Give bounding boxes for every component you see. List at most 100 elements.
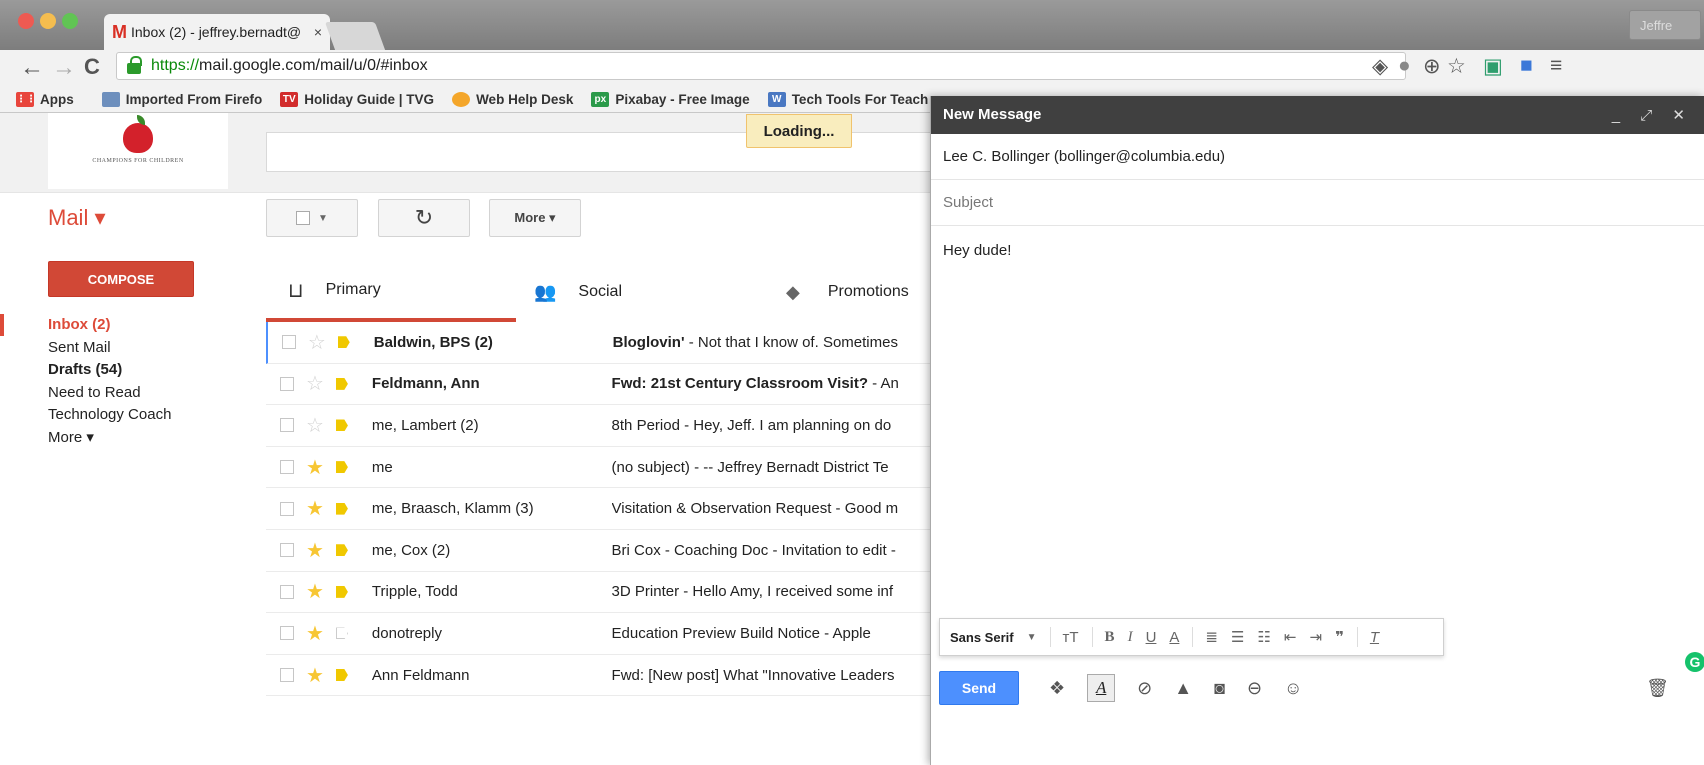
sidebar-item-need-to-read[interactable]: Need to Read bbox=[0, 382, 240, 404]
logo[interactable]: CHAMPIONS FOR CHILDREN bbox=[48, 113, 228, 189]
align-icon[interactable]: ≣ bbox=[1205, 628, 1218, 646]
text-color-icon[interactable]: A bbox=[1169, 629, 1179, 646]
star-icon[interactable]: ★ bbox=[302, 579, 328, 604]
sidebar-item-inbox[interactable]: Inbox (2) bbox=[0, 314, 240, 336]
refresh-button[interactable]: ↻ bbox=[378, 199, 470, 237]
close-window-icon[interactable] bbox=[18, 13, 34, 29]
bulleted-list-icon[interactable]: ☷ bbox=[1257, 628, 1270, 646]
mail-menu[interactable]: Mail ▾ bbox=[48, 205, 106, 231]
importance-marker-icon[interactable] bbox=[335, 669, 348, 682]
font-family-select[interactable]: Sans Serif bbox=[950, 630, 1014, 645]
email-row[interactable]: ★ me, Braasch, Klamm (3) Visitation & Obse… bbox=[266, 488, 936, 530]
remove-formatting-icon[interactable]: T bbox=[1370, 629, 1379, 646]
to-field[interactable]: Lee C. Bollinger (bollinger@columbia.edu… bbox=[931, 134, 1704, 180]
dropbox-icon[interactable]: ❖ bbox=[1049, 678, 1065, 699]
bookmark-holiday-guide[interactable]: TV Holiday Guide | TVG bbox=[280, 91, 434, 107]
attach-icon[interactable]: ⊘ bbox=[1137, 678, 1152, 699]
address-bar[interactable]: https:// mail.google.com/mail/u/0/#inbox bbox=[116, 52, 1406, 80]
row-checkbox[interactable] bbox=[280, 460, 294, 475]
importance-marker-icon[interactable] bbox=[335, 627, 348, 640]
email-row[interactable]: ★ me, Cox (2) Bri Cox - Coaching Doc - Inv… bbox=[266, 530, 936, 572]
subject-field[interactable]: Subject bbox=[931, 180, 1704, 226]
bold-icon[interactable]: B bbox=[1105, 629, 1115, 646]
tab-social[interactable]: 👥 Social bbox=[534, 262, 622, 322]
forward-icon[interactable]: → bbox=[52, 54, 76, 82]
row-checkbox[interactable] bbox=[280, 543, 294, 558]
profile-button[interactable]: Jeffre bbox=[1629, 10, 1701, 40]
maximize-window-icon[interactable] bbox=[62, 13, 78, 29]
email-row[interactable]: ★ Ann Feldmann Fwd: [New post] What "Innov… bbox=[266, 655, 936, 697]
bookmark-folder[interactable]: Imported From Firefo bbox=[101, 91, 262, 107]
emoji-icon[interactable]: ☺ bbox=[1284, 678, 1302, 699]
compose-header[interactable]: New Message _ ⤢ ✕ bbox=[931, 96, 1704, 134]
bookmark-star-icon[interactable]: ☆ bbox=[1447, 54, 1466, 79]
drive-icon[interactable]: ▲ bbox=[1174, 678, 1192, 699]
tab-primary[interactable]: ⊔ Primary bbox=[266, 262, 516, 322]
bookmark-web-help-desk[interactable]: Web Help Desk bbox=[452, 91, 573, 107]
italic-icon[interactable]: I bbox=[1128, 629, 1133, 646]
indent-more-icon[interactable]: ⇥ bbox=[1309, 628, 1322, 646]
row-checkbox[interactable] bbox=[280, 626, 294, 641]
indent-less-icon[interactable]: ⇤ bbox=[1284, 628, 1297, 646]
email-row[interactable]: ☆ Feldmann, Ann Fwd: 21st Century Classroo… bbox=[266, 364, 936, 406]
importance-marker-icon[interactable] bbox=[335, 544, 348, 557]
lightbulb-icon[interactable]: ● bbox=[1398, 54, 1411, 78]
send-button[interactable]: Send bbox=[939, 671, 1019, 705]
minimize-window-icon[interactable] bbox=[40, 13, 56, 29]
bookmark-apps[interactable]: ⋮⋮ Apps bbox=[16, 91, 74, 107]
photo-icon[interactable]: ◙ bbox=[1214, 678, 1225, 699]
underline-icon[interactable]: U bbox=[1146, 629, 1157, 646]
star-icon[interactable]: ★ bbox=[302, 663, 328, 688]
bookmark-tech-tools[interactable]: W Tech Tools For Teach bbox=[767, 91, 928, 107]
grammarly-icon[interactable]: G bbox=[1685, 652, 1704, 672]
row-checkbox[interactable] bbox=[280, 418, 294, 433]
new-tab-button[interactable] bbox=[324, 22, 386, 50]
star-icon[interactable]: ★ bbox=[302, 621, 328, 646]
window-controls[interactable]: _ ⤢ ✕ bbox=[1612, 106, 1693, 124]
row-checkbox[interactable] bbox=[280, 668, 294, 683]
select-all-checkbox[interactable]: ▼ bbox=[266, 199, 358, 237]
zoom-icon[interactable]: ⊕ bbox=[1423, 54, 1441, 79]
importance-marker-icon[interactable] bbox=[335, 585, 348, 598]
font-size-icon[interactable]: ᴛT bbox=[1063, 629, 1079, 646]
sidebar-item-technology-coach[interactable]: Technology Coach bbox=[0, 404, 240, 426]
link-icon[interactable]: ⊖ bbox=[1247, 678, 1262, 699]
importance-marker-icon[interactable] bbox=[335, 377, 348, 390]
star-icon[interactable]: ★ bbox=[302, 455, 328, 480]
star-icon[interactable]: ☆ bbox=[302, 371, 328, 396]
extension-badge-icon[interactable]: ■ bbox=[1520, 54, 1533, 78]
browser-tab-inbox[interactable]: M Inbox (2) - jeffrey.bernadt@ × bbox=[104, 14, 330, 50]
tab-close-icon[interactable]: × bbox=[314, 24, 322, 40]
email-row[interactable]: ☆ Baldwin, BPS (2) Bloglovin' - Not that I… bbox=[266, 322, 936, 364]
pocket-extension-icon[interactable]: ▣ bbox=[1483, 54, 1503, 79]
star-icon[interactable]: ☆ bbox=[302, 413, 328, 438]
importance-marker-icon[interactable] bbox=[337, 336, 350, 349]
sidebar-item-more[interactable]: More ▾ bbox=[0, 427, 240, 449]
row-checkbox[interactable] bbox=[280, 584, 294, 599]
row-checkbox[interactable] bbox=[280, 376, 294, 391]
importance-marker-icon[interactable] bbox=[335, 461, 348, 474]
email-row[interactable]: ★ me (no subject) - -- Jeffrey Bernadt Dis… bbox=[266, 447, 936, 489]
compose-button[interactable]: COMPOSE bbox=[48, 261, 194, 297]
email-row[interactable]: ☆ me, Lambert (2) 8th Period - Hey, Jeff. … bbox=[266, 405, 936, 447]
reload-icon[interactable]: C bbox=[84, 54, 100, 80]
importance-marker-icon[interactable] bbox=[335, 502, 348, 515]
row-checkbox[interactable] bbox=[280, 501, 294, 516]
importance-marker-icon[interactable] bbox=[335, 419, 348, 432]
trash-icon[interactable]: 🗑 bbox=[1646, 678, 1669, 699]
bookmark-pixabay[interactable]: px Pixabay - Free Image bbox=[591, 91, 750, 107]
sidebar-item-sent[interactable]: Sent Mail bbox=[0, 337, 240, 359]
star-icon[interactable]: ☆ bbox=[304, 330, 330, 355]
formatting-options-icon[interactable]: A bbox=[1087, 674, 1116, 702]
quote-icon[interactable]: ❞ bbox=[1335, 628, 1344, 646]
numbered-list-icon[interactable]: ☰ bbox=[1231, 628, 1244, 646]
email-row[interactable]: ★ donotreply Education Preview Build Notic… bbox=[266, 613, 936, 655]
extension-icon[interactable]: ◈ bbox=[1372, 54, 1388, 79]
row-checkbox[interactable] bbox=[282, 335, 296, 350]
star-icon[interactable]: ★ bbox=[302, 496, 328, 521]
star-icon[interactable]: ★ bbox=[302, 538, 328, 563]
tab-promotions[interactable]: ◆ Promotions bbox=[786, 262, 909, 322]
sidebar-item-drafts[interactable]: Drafts (54) bbox=[0, 359, 240, 381]
menu-icon[interactable]: ≡ bbox=[1550, 54, 1562, 78]
more-button[interactable]: More ▾ bbox=[489, 199, 581, 237]
